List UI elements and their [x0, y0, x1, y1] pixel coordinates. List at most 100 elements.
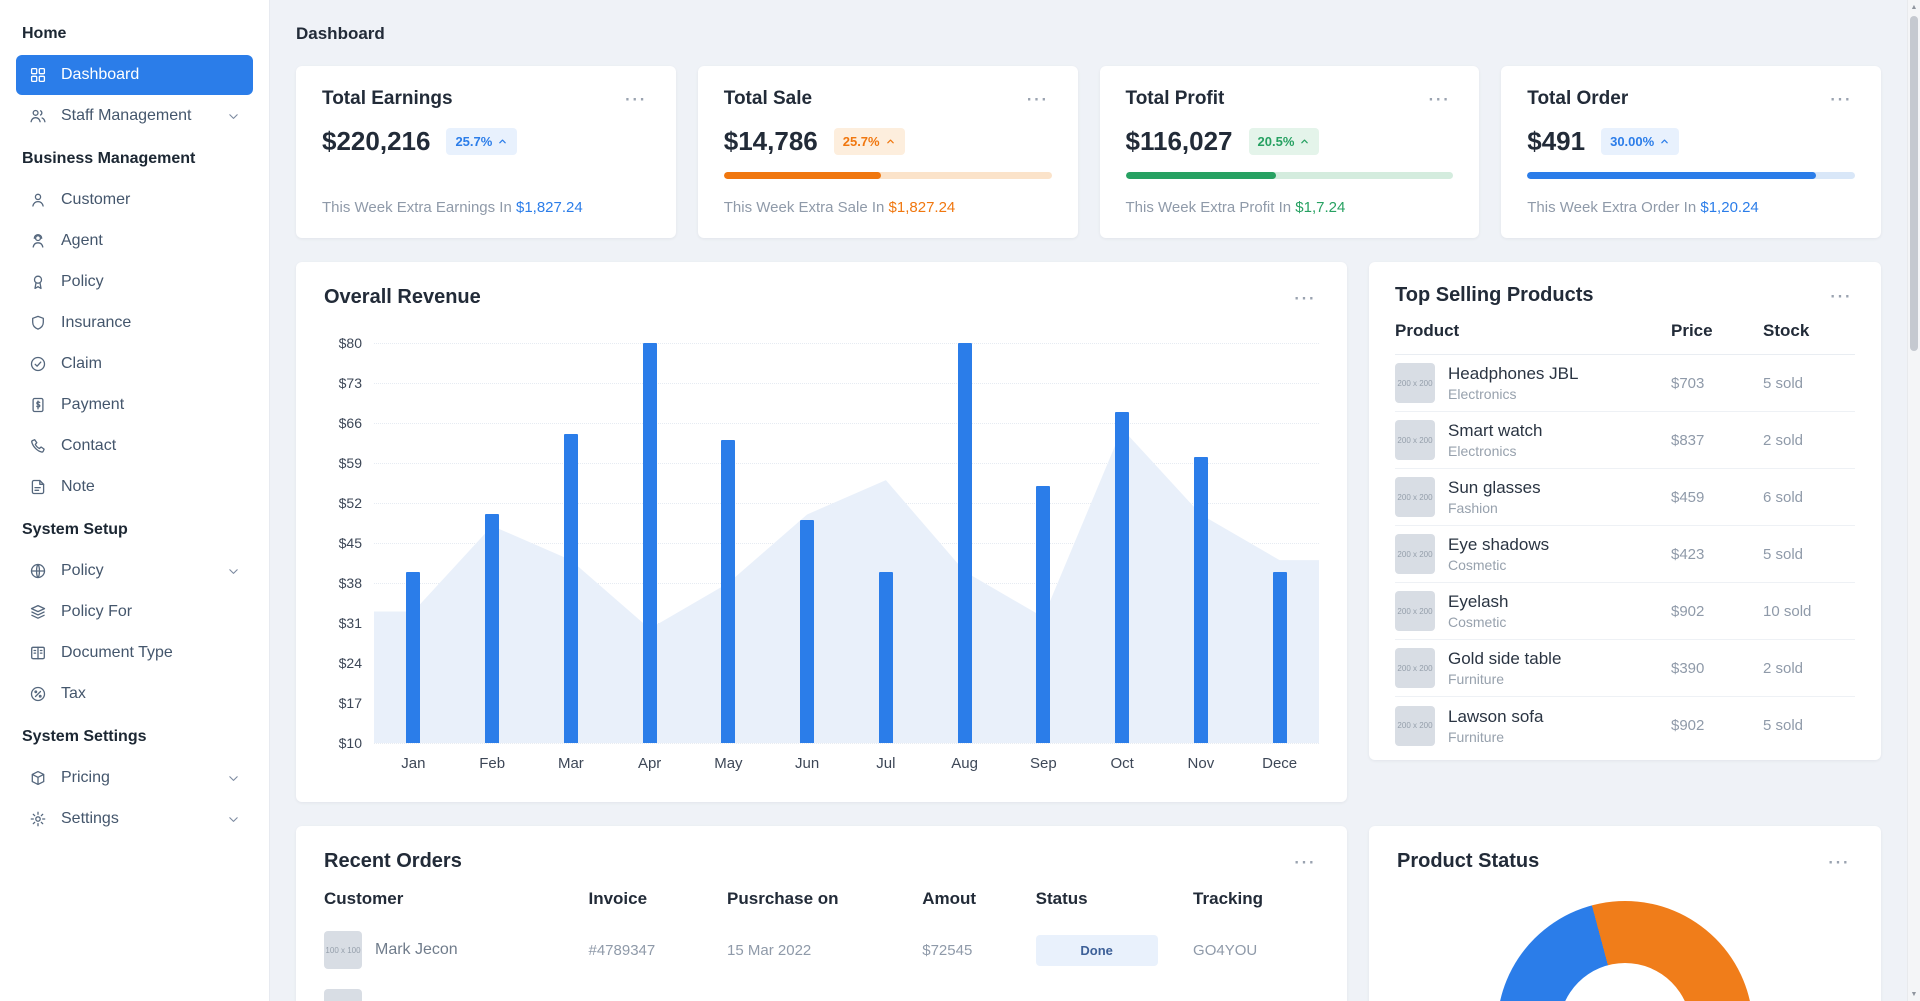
order-customer-cell: 100 x 100 Mark Jecon [324, 931, 588, 969]
product-row-headphones-jbl[interactable]: 200 x 200 Headphones JBL Electronics $703 5 … [1395, 355, 1855, 412]
product-category: Fashion [1448, 500, 1498, 516]
ellipsis-menu-button[interactable]: ⋯ [1827, 88, 1855, 110]
bar-aug[interactable] [957, 343, 972, 743]
sidebar-item-dashboard[interactable]: Dashboard [16, 55, 253, 95]
column-header-product: Product [1395, 321, 1460, 340]
sidebar-item-note[interactable]: Note [16, 467, 253, 507]
product-stock: 10 sold [1763, 602, 1812, 620]
product-name: Eyelash [1448, 592, 1509, 611]
scroll-up-icon[interactable]: ▲ [1908, 0, 1920, 14]
product-thumbnail: 200 x 200 [1395, 477, 1435, 517]
product-text: Eye shadows Cosmetic [1448, 535, 1549, 573]
stat-note-amount: $1,827.24 [515, 199, 583, 216]
sidebar-item-label: Policy For [61, 603, 133, 620]
sidebar-item-claim[interactable]: Claim [16, 344, 253, 384]
sidebar-item-document-type[interactable]: Document Type [16, 633, 253, 673]
page-title: Dashboard [296, 24, 385, 43]
bar-nov[interactable] [1193, 457, 1208, 743]
sidebar-item-policy-for[interactable]: Policy For [16, 592, 253, 632]
sidebar-item-insurance[interactable]: Insurance [16, 303, 253, 343]
scrollbar-thumb[interactable] [1910, 16, 1918, 351]
column-header-invoice: Invoice [588, 889, 648, 908]
bar-dece[interactable] [1272, 571, 1287, 743]
bar-slot [768, 343, 847, 743]
card-header: Product Status ⋯ [1397, 850, 1853, 873]
bar-jul[interactable] [878, 571, 893, 743]
bar-feb[interactable] [485, 514, 500, 743]
donut-hole [1559, 963, 1691, 1001]
column-header-price: Price [1671, 321, 1713, 340]
shield-icon [28, 313, 48, 333]
y-axis-label: $73 [338, 375, 362, 391]
ellipsis-menu-button[interactable]: ⋯ [1827, 284, 1855, 307]
order-amount: $72545 [922, 941, 973, 959]
product-name: Lawson sofa [1448, 706, 1544, 726]
stat-note: This Week Extra Order In $1,20.24 [1527, 199, 1855, 216]
order-row[interactable]: 100 x 100 [324, 979, 1319, 1001]
bar-series [374, 343, 1319, 743]
bar-slot [1004, 343, 1083, 743]
customer-name: Mark Jecon [375, 941, 458, 958]
sidebar-item-label: Staff Management [61, 107, 192, 124]
bar-mar[interactable] [563, 434, 578, 743]
scroll-down-icon[interactable]: ▼ [1908, 987, 1920, 1001]
product-row-gold-side-table[interactable]: 200 x 200 Gold side table Furniture $390 2 s… [1395, 640, 1855, 697]
note-icon [28, 477, 48, 497]
stat-change-badge: 20.5% [1248, 128, 1320, 155]
arrow-up-icon [1299, 136, 1310, 147]
sidebar-item-label: Dashboard [61, 66, 140, 83]
gear-icon [28, 809, 48, 829]
column-header-tracking: Tracking [1193, 889, 1263, 908]
bar-jan[interactable] [406, 571, 421, 743]
sidebar-item-staff-management[interactable]: Staff Management [16, 96, 253, 136]
sidebar-item-label: Tax [61, 685, 86, 702]
ellipsis-menu-button[interactable]: ⋯ [622, 88, 650, 110]
customer-avatar: 100 x 100 [324, 989, 362, 1001]
bar-oct[interactable] [1115, 411, 1130, 743]
stat-title: Total Profit [1125, 88, 1225, 109]
sidebar-item-agent[interactable]: Agent [16, 221, 253, 261]
sidebar-item-customer[interactable]: Customer [16, 180, 253, 220]
stat-note-text: This Week Extra Order In [1527, 199, 1697, 216]
ellipsis-menu-button[interactable]: ⋯ [1425, 88, 1453, 110]
sidebar-item-policy[interactable]: Policy [16, 262, 253, 302]
bar-jun[interactable] [800, 520, 815, 743]
sidebar-item-tax[interactable]: Tax [16, 674, 253, 714]
ellipsis-menu-button[interactable]: ⋯ [1825, 850, 1853, 873]
ellipsis-menu-button[interactable]: ⋯ [1291, 286, 1319, 309]
sidebar-item-pricing[interactable]: Pricing [16, 758, 253, 798]
ellipsis-menu-button[interactable]: ⋯ [1024, 88, 1052, 110]
product-row-lawson-sofa[interactable]: 200 x 200 Lawson sofa Furniture $902 5 sold [1395, 697, 1855, 754]
stats-row: Total Earnings ⋯ $220,216 25.7% This Week Ex… [296, 66, 1881, 238]
product-name: Smart watch [1448, 421, 1543, 440]
tax-icon [28, 684, 48, 704]
card-header: Total Profit ⋯ [1126, 88, 1454, 110]
stat-note: This Week Extra Earnings In $1,827.24 [322, 199, 650, 216]
ellipsis-menu-button[interactable]: ⋯ [1291, 850, 1319, 873]
stat-progress-bar [1125, 172, 1454, 179]
sidebar-item-policy[interactable]: Policy [16, 551, 253, 591]
product-text: Smart watch Electronics [1448, 421, 1542, 459]
stat-note-amount: $1,20.24 [1700, 199, 1759, 216]
sidebar-item-payment[interactable]: Payment [16, 385, 253, 425]
sidebar-item-contact[interactable]: Contact [16, 426, 253, 466]
x-axis-label: Nov [1187, 755, 1215, 772]
stat-value: $220,216 [322, 126, 431, 156]
column-header-stock: Stock [1763, 321, 1810, 340]
order-row[interactable]: 100 x 100 Mark Jecon #4789347 15 Mar 2022 $7… [324, 921, 1319, 979]
bar-may[interactable] [721, 440, 736, 743]
revenue-bar-chart: $80 $73 $66 $59 $52 $45 $38 $31 $24 $17 $10 [324, 335, 1319, 751]
chevron-down-icon [226, 109, 241, 124]
bar-sep[interactable] [1036, 485, 1051, 743]
payment-icon [28, 395, 48, 415]
product-row-smart-watch[interactable]: 200 x 200 Smart watch Electronics $837 2 sol… [1395, 412, 1855, 469]
product-row-eyelash[interactable]: 200 x 200 Eyelash Cosmetic $902 10 sold [1395, 583, 1855, 640]
product-name: Eye shadows [1448, 535, 1550, 554]
vertical-scrollbar[interactable]: ▲ ▼ [1907, 0, 1920, 1001]
y-axis-label: $10 [338, 735, 362, 751]
sidebar-item-settings[interactable]: Settings [16, 799, 253, 839]
bar-apr[interactable] [642, 343, 657, 743]
product-row-sun-glasses[interactable]: 200 x 200 Sun glasses Fashion $459 6 sold [1395, 469, 1855, 526]
product-row-eye-shadows[interactable]: 200 x 200 Eye shadows Cosmetic $423 5 sold [1395, 526, 1855, 583]
stat-change-value: 20.5% [1257, 134, 1295, 149]
